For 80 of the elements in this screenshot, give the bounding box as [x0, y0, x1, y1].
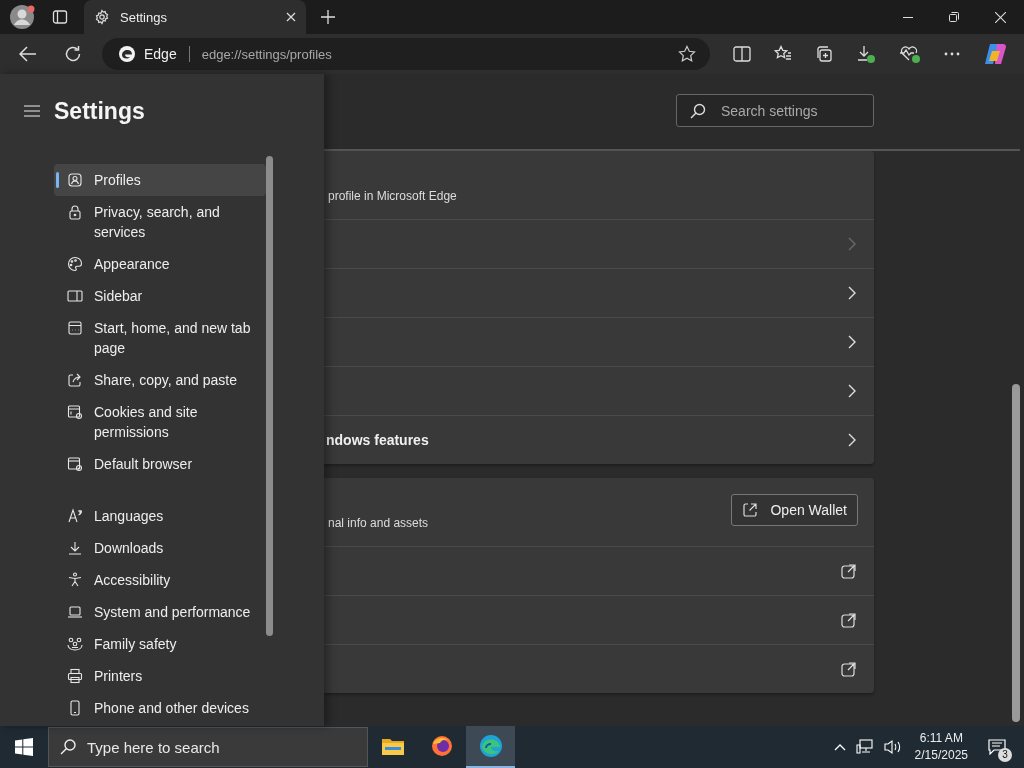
folder-icon: [381, 737, 404, 755]
taskbar-app[interactable]: [466, 726, 515, 768]
sidebar-icon: [66, 287, 84, 305]
taskbar-search-field[interactable]: Type here to search: [48, 727, 368, 767]
nav-item[interactable]: Phone and other devices: [54, 692, 266, 724]
star-icon[interactable]: [678, 45, 696, 63]
volume-icon[interactable]: [883, 739, 902, 755]
languages-icon: [66, 507, 84, 525]
nav-item[interactable]: Privacy, search, and services: [54, 196, 266, 248]
browser-tab[interactable]: Settings: [84, 0, 306, 34]
settings-title: Settings: [54, 97, 145, 125]
card-description: nal info and assets: [328, 516, 429, 530]
cookie-settings-icon: [66, 403, 84, 421]
restore-icon[interactable]: [949, 12, 959, 22]
more-icon[interactable]: [944, 52, 960, 56]
downloads-icon[interactable]: [856, 44, 876, 64]
nav-item[interactable]: Appearance: [54, 248, 266, 280]
nav-item[interactable]: Share, copy, and paste: [54, 364, 266, 396]
external-link-icon: [841, 661, 856, 677]
row-label: ndows features: [326, 432, 429, 448]
profile-icon: [66, 171, 84, 189]
menu-icon[interactable]: [24, 105, 40, 117]
close-icon[interactable]: [286, 12, 296, 22]
nav-item[interactable]: Start, home, and new tab page: [54, 312, 266, 364]
copilot-icon[interactable]: [983, 43, 1007, 65]
edge-icon: [478, 734, 503, 758]
nav-item[interactable]: Cookies and site permissions: [54, 396, 266, 448]
clock-time[interactable]: 6:11 AM: [919, 730, 963, 747]
address-bar[interactable]: Edge edge://settings/profiles: [102, 38, 710, 70]
scrollbar-thumb[interactable]: [1012, 384, 1020, 722]
nav-item[interactable]: System and performance: [54, 596, 266, 628]
external-link-icon: [742, 502, 759, 518]
default-browser-icon: [66, 455, 84, 473]
collections-icon[interactable]: [815, 45, 833, 63]
favorites-icon[interactable]: [774, 45, 792, 63]
accessibility-icon: [66, 571, 84, 589]
family-icon: [66, 635, 84, 653]
network-icon[interactable]: [855, 739, 874, 755]
back-icon[interactable]: [19, 46, 37, 62]
nav-item[interactable]: Languages: [54, 500, 266, 532]
share-icon: [66, 371, 84, 389]
clock-date[interactable]: 2/15/2025: [914, 747, 968, 764]
notifications-button[interactable]: 3: [982, 732, 1012, 762]
laptop-icon: [66, 603, 84, 621]
search-icon: [60, 739, 76, 755]
profile-avatar-icon[interactable]: [9, 4, 35, 30]
nav-item[interactable]: Default browser: [54, 448, 266, 480]
home-page-icon: [66, 319, 84, 337]
nav-item[interactable]: Sidebar: [54, 280, 266, 312]
url-text: edge://settings/profiles: [201, 46, 332, 62]
windows-start-icon[interactable]: [15, 738, 33, 756]
refresh-icon[interactable]: [64, 45, 82, 63]
palette-icon: [66, 255, 84, 273]
nav-item[interactable]: Family safety: [54, 628, 266, 660]
nav-item[interactable]: Profiles: [54, 164, 266, 196]
site-label: Edge: [144, 46, 177, 62]
external-link-icon: [841, 563, 856, 579]
nav-item[interactable]: Downloads: [54, 532, 266, 564]
external-link-icon: [841, 612, 856, 628]
chevron-up-icon[interactable]: [833, 743, 846, 751]
firefox-icon: [430, 735, 453, 757]
tab-actions-icon[interactable]: [52, 9, 68, 25]
card-description: profile in Microsoft Edge: [328, 189, 457, 203]
nav-item[interactable]: Accessibility: [54, 564, 266, 596]
printer-icon: [66, 667, 84, 685]
new-tab-icon[interactable]: [321, 10, 335, 24]
download-icon: [66, 539, 84, 557]
search-field[interactable]: Search settings: [676, 94, 874, 127]
notification-count: 3: [998, 748, 1012, 762]
settings-row[interactable]: ndows features: [324, 415, 874, 464]
lock-icon: [66, 203, 84, 221]
health-heart-icon[interactable]: [899, 44, 921, 64]
nav-item[interactable]: Printers: [54, 660, 266, 692]
open-wallet-button[interactable]: Open Wallet: [731, 494, 858, 526]
edge-logo-icon: [118, 45, 136, 63]
close-icon[interactable]: [995, 11, 1006, 23]
settings-icon: [94, 9, 110, 25]
split-screen-icon[interactable]: [733, 46, 751, 62]
scrollbar-thumb[interactable]: [266, 156, 273, 636]
search-icon: [690, 103, 706, 119]
